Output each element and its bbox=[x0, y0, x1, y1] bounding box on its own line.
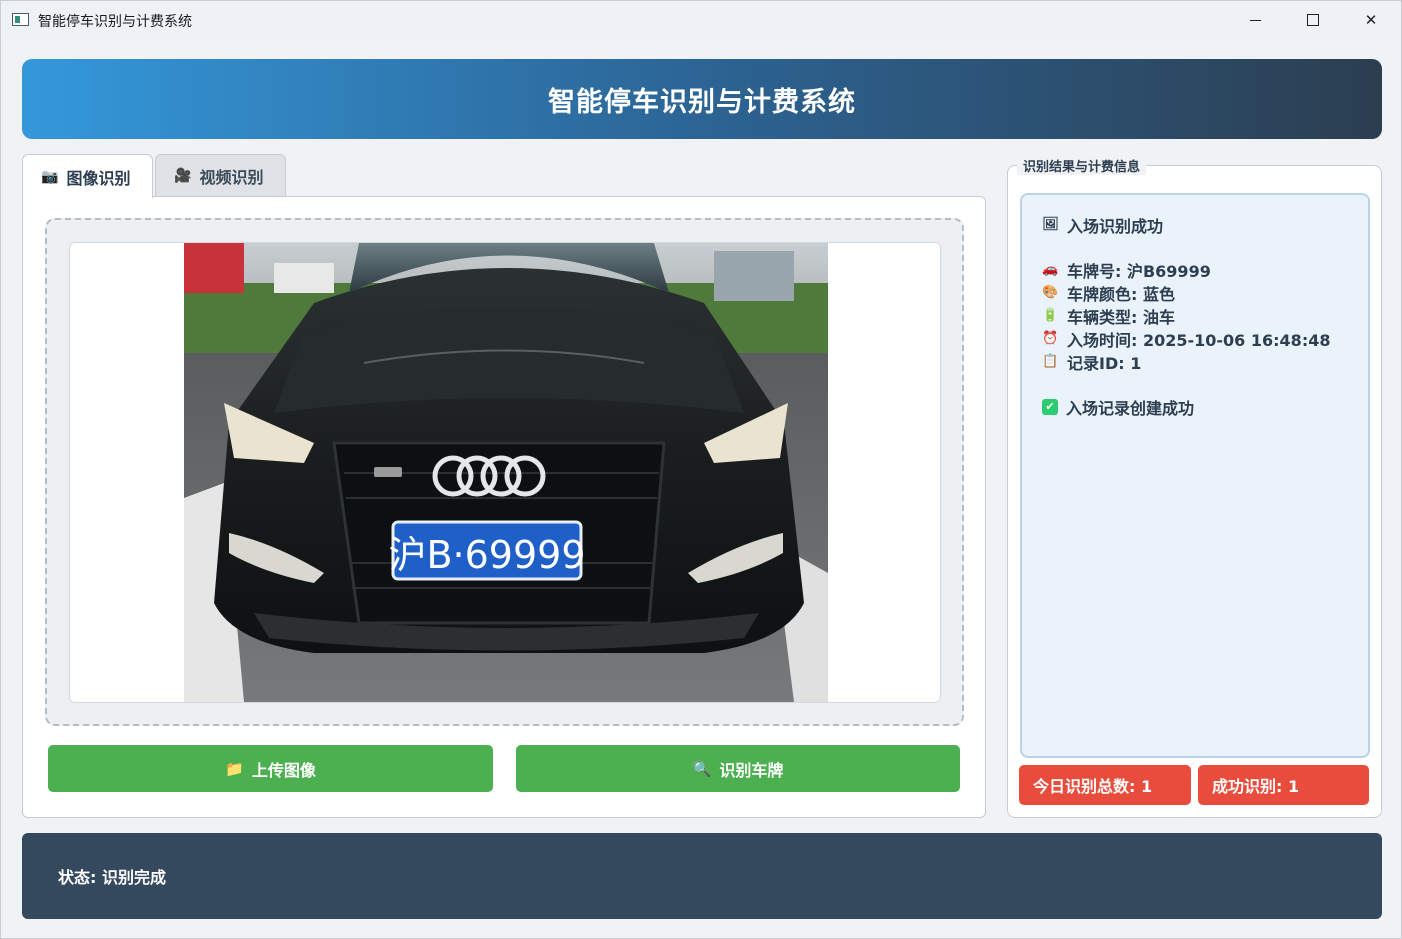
today-total-stat: 今日识别总数: 1 bbox=[1019, 765, 1191, 805]
header-title: 智能停车识别与计费系统 bbox=[548, 86, 856, 118]
status-text: 状态: 识别完成 bbox=[58, 868, 166, 887]
close-button[interactable]: ✕ bbox=[1348, 5, 1394, 35]
result-detail-record: 📋 记录ID: 1 bbox=[1042, 353, 1142, 373]
tab-label: 视频识别 bbox=[199, 167, 264, 187]
car-photo-illustration: 沪B·69999 bbox=[184, 243, 828, 702]
folder-icon: 📁 bbox=[225, 759, 244, 778]
video-camera-icon: 🎥 bbox=[174, 167, 192, 184]
result-text-area[interactable]: 🖼 入场识别成功 🚗 车牌号: 沪B69999 🎨 车牌颜色: 蓝色 🔋 车辆类… bbox=[1020, 193, 1370, 758]
upload-image-button[interactable]: 📁 上传图像 bbox=[48, 745, 493, 792]
magnifier-icon: 🔍 bbox=[692, 759, 712, 778]
image-recognition-panel: 沪B·69999 📁 上传图像 🔍 识别车牌 bbox=[22, 196, 986, 818]
result-confirm-line: ✔ 入场记录创建成功 bbox=[1042, 395, 1348, 418]
battery-icon: 🔋 bbox=[1042, 308, 1059, 323]
image-drop-zone[interactable]: 沪B·69999 bbox=[45, 218, 964, 726]
success-stat: 成功识别: 1 bbox=[1198, 765, 1369, 805]
result-detail-time: ⏰ 入场时间: 2025-10-06 16:48:48 bbox=[1042, 330, 1331, 350]
app-header: 智能停车识别与计费系统 bbox=[22, 59, 1382, 139]
recognize-label: 识别车牌 bbox=[719, 760, 784, 780]
image-preview-frame: 沪B·69999 bbox=[69, 242, 941, 703]
car-photo: 沪B·69999 bbox=[184, 243, 828, 702]
result-group: 🖼 入场识别成功 🚗 车牌号: 沪B69999 🎨 车牌颜色: 蓝色 🔋 车辆类… bbox=[1007, 165, 1382, 818]
app-icon bbox=[12, 13, 29, 26]
result-detail-color: 🎨 车牌颜色: 蓝色 bbox=[1042, 284, 1175, 304]
app-window: 智能停车识别与计费系统 ✕ 智能停车识别与计费系统 📷 图像识别 🎥 视频识别 bbox=[0, 0, 1402, 939]
title-bar: 智能停车识别与计费系统 ✕ bbox=[1, 1, 1401, 39]
status-bar: 状态: 识别完成 bbox=[22, 833, 1382, 919]
car-icon: 🚗 bbox=[1042, 262, 1059, 277]
tab-video-recognition[interactable]: 🎥 视频识别 bbox=[155, 154, 286, 196]
palette-icon: 🎨 bbox=[1042, 285, 1059, 300]
camera-icon: 📷 bbox=[41, 168, 59, 185]
upload-label: 上传图像 bbox=[251, 760, 316, 780]
check-box-icon: ✔ bbox=[1042, 398, 1058, 415]
maximize-button[interactable] bbox=[1290, 5, 1336, 35]
plate-text: 沪B·69999 bbox=[388, 533, 585, 577]
clipboard-icon: 📋 bbox=[1042, 354, 1059, 369]
tab-image-recognition[interactable]: 📷 图像识别 bbox=[22, 154, 153, 198]
window-title: 智能停车识别与计费系统 bbox=[38, 14, 192, 30]
result-detail-type: 🔋 车辆类型: 油车 bbox=[1042, 307, 1175, 327]
result-group-title: 识别结果与计费信息 bbox=[1017, 156, 1147, 175]
alarm-clock-icon: ⏰ bbox=[1042, 331, 1059, 346]
minimize-button[interactable] bbox=[1232, 5, 1278, 35]
result-detail-plate: 🚗 车牌号: 沪B69999 bbox=[1042, 261, 1211, 281]
tab-label: 图像识别 bbox=[66, 168, 131, 188]
result-status-line: 🖼 入场识别成功 bbox=[1042, 216, 1164, 236]
recognize-plate-button[interactable]: 🔍 识别车牌 bbox=[516, 745, 960, 792]
picture-icon: 🖼 bbox=[1042, 217, 1059, 232]
